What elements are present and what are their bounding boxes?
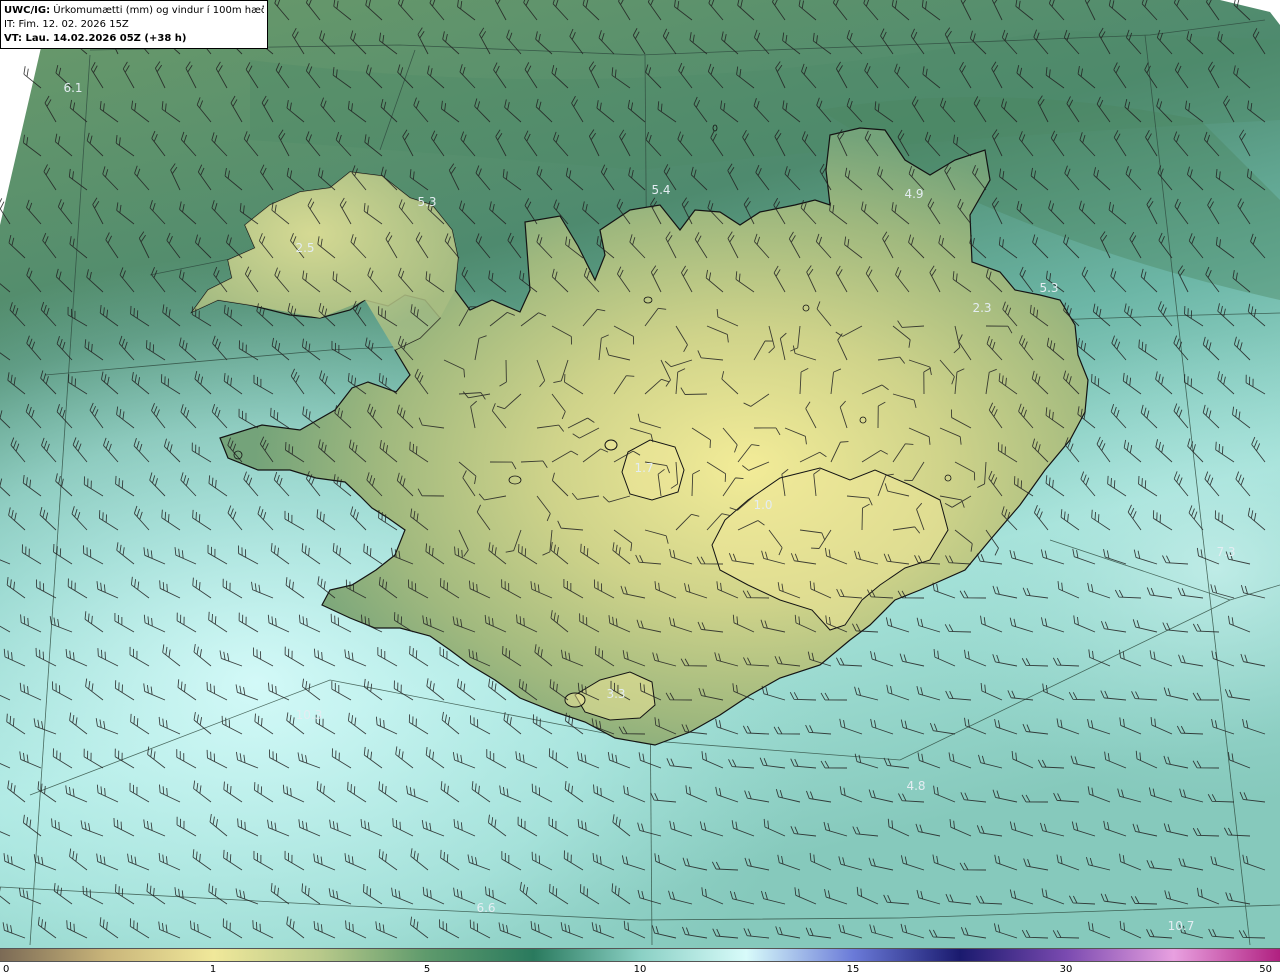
value-se-far-sea: 10.7 [1168, 919, 1195, 933]
value-nw-sea: 6.1 [63, 81, 82, 95]
colorbar-tick: 1 [209, 964, 217, 975]
value-south-far-sea: 6.6 [476, 901, 495, 915]
value-langjokull: 1.7 [634, 461, 653, 475]
value-myrdalsjokull: 3.3 [606, 687, 625, 701]
colorbar-tick: 0 [3, 964, 10, 975]
value-east-inland: 2.3 [972, 301, 991, 315]
value-westfjords: 5.3 [417, 195, 436, 209]
value-east-sea: 7.3 [1216, 545, 1235, 559]
model-label: UWC/IG: [4, 5, 51, 16]
colorbar-ramp [0, 948, 1280, 962]
value-south-sea: 4.8 [906, 779, 925, 793]
value-northeast: 4.9 [904, 187, 923, 201]
valid-time: VT: Lau. 14.02.2026 05Z (+38 h) [4, 33, 187, 44]
colorbar-tick: 5 [423, 964, 431, 975]
value-vatnajokull: 1.0 [753, 498, 772, 512]
colorbar-tick: 50 [1259, 964, 1272, 975]
colorbar-tick: 15 [846, 964, 860, 975]
issue-time: IT: Fim. 12. 02. 2026 15Z [4, 19, 129, 30]
map-header: UWC/IG: Úrkomumætti (mm) og vindur í 100… [0, 0, 268, 49]
hofsjokull [604, 439, 618, 451]
colorbar: 0 1 5 10 15 30 50 [0, 948, 1280, 978]
value-east-coast: 5.3 [1039, 281, 1058, 295]
forecast-map: 6.1 5.3 2.5 5.4 4.9 5.3 2.3 1.7 1.0 7.3 3.3 10.3 4.8… [0, 0, 1280, 948]
value-north-coast: 5.4 [651, 183, 670, 197]
colorbar-tick: 30 [1059, 964, 1073, 975]
value-sw-sea: 10.3 [296, 708, 323, 722]
map-title: Úrkomumætti (mm) og vindur í 100m hæð [53, 5, 264, 16]
value-westfjords-inland: 2.5 [295, 241, 314, 255]
colorbar-tick: 10 [633, 964, 647, 975]
